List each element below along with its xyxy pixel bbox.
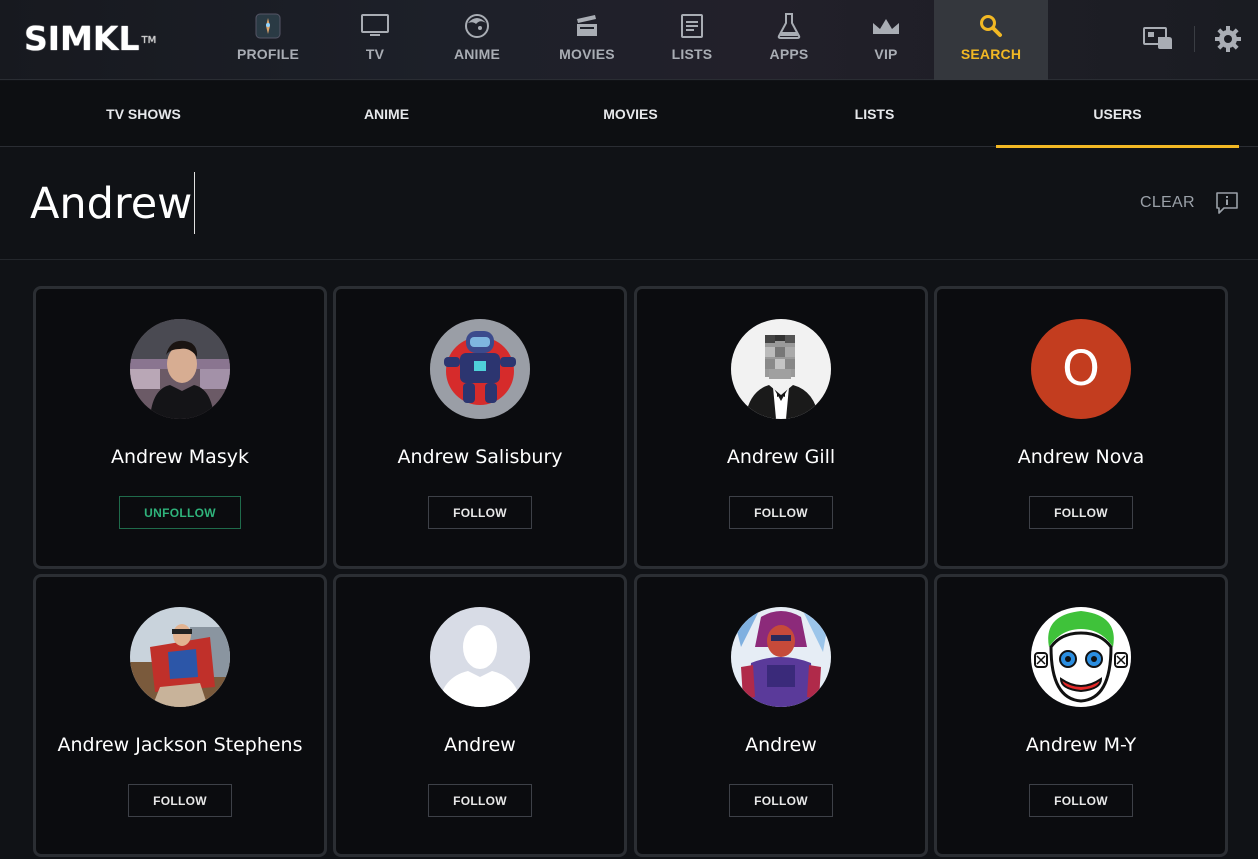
nav-item-lists[interactable]: LISTS [642,0,742,80]
nav-label-apps: APPS [769,46,809,62]
text-caret [194,172,195,234]
avatar[interactable]: O [1031,319,1131,419]
clear-button[interactable]: CLEAR [1140,194,1195,212]
nav-item-tv[interactable]: TV [325,0,425,80]
clapperboard-icon [572,11,602,41]
user-results-grid: Andrew Masyk UNFOLLOW Andrew Salisbury F… [0,260,1258,859]
tab-lists[interactable]: LISTS [753,81,996,147]
user-card[interactable]: Andrew Masyk UNFOLLOW [33,286,327,569]
user-name[interactable]: Andrew Gill [637,446,925,468]
user-card[interactable]: Andrew Jackson Stephens FOLLOW [33,574,327,857]
tab-movies[interactable]: MOVIES [509,81,752,147]
nav-label-profile: PROFILE [236,46,300,62]
logo-trademark: TM [141,35,157,46]
nav-item-vip[interactable]: VIP [836,0,936,80]
nav-label-tv: TV [365,46,385,62]
user-card[interactable]: Andrew FOLLOW [634,574,928,857]
list-document-icon [677,11,707,41]
search-icon [976,11,1006,41]
user-name[interactable]: Andrew Masyk [36,446,324,468]
flask-icon [774,11,804,41]
user-card[interactable]: O Andrew Nova FOLLOW [934,286,1228,569]
nav-label-anime: ANIME [453,46,501,62]
avatar[interactable] [731,607,831,707]
user-card[interactable]: Andrew FOLLOW [333,574,627,857]
user-name[interactable]: Andrew Jackson Stephens [36,734,324,756]
follow-button[interactable]: FOLLOW [1029,496,1133,529]
tab-tv-shows[interactable]: TV SHOWS [22,81,265,147]
tv-icon [360,11,390,41]
crown-icon [871,11,901,41]
tab-users[interactable]: USERS [996,81,1239,148]
avatar[interactable] [430,607,530,707]
nav-item-profile[interactable]: PROFILE [218,0,318,80]
logo-text: SIMKL [24,19,140,58]
search-bar: CLEAR [0,148,1258,260]
follow-button[interactable]: FOLLOW [128,784,232,817]
avatar[interactable] [130,607,230,707]
follow-button[interactable]: FOLLOW [428,496,532,529]
user-name[interactable]: Andrew [637,734,925,756]
nav-item-apps[interactable]: APPS [739,0,839,80]
follow-button[interactable]: FOLLOW [729,496,833,529]
avatar[interactable] [130,319,230,419]
user-card[interactable]: Andrew M-Y FOLLOW [934,574,1228,857]
avatar-initial: O [1062,341,1100,397]
user-name[interactable]: Andrew [336,734,624,756]
top-navigation-bar: SIMKL TM PROFILE TV ANIME MOVIES LISTS A… [0,0,1258,80]
avatar[interactable] [1031,607,1131,707]
nav-label-lists: LISTS [671,46,713,62]
user-name[interactable]: Andrew Salisbury [336,446,624,468]
nav-label-movies: MOVIES [559,46,615,62]
search-category-tabs: TV SHOWS ANIME MOVIES LISTS USERS [0,81,1258,148]
nav-item-anime[interactable]: ANIME [427,0,527,80]
nav-label-search: SEARCH [960,46,1022,62]
user-name[interactable]: Andrew M-Y [937,734,1225,756]
avatar[interactable] [731,319,831,419]
user-card[interactable]: Andrew Gill FOLLOW [634,286,928,569]
follow-button[interactable]: FOLLOW [1029,784,1133,817]
follow-button[interactable]: FOLLOW [428,784,532,817]
anime-face-icon [462,11,492,41]
simkl-logo[interactable]: SIMKL TM [24,22,156,56]
search-input[interactable] [30,172,1030,236]
watching-cards-icon[interactable] [1140,22,1176,56]
follow-button[interactable]: FOLLOW [729,784,833,817]
tab-anime[interactable]: ANIME [265,81,508,147]
nav-item-movies[interactable]: MOVIES [537,0,637,80]
avatar[interactable] [430,319,530,419]
nav-item-search[interactable]: SEARCH [934,0,1048,80]
nav-divider [1194,26,1195,52]
user-name[interactable]: Andrew Nova [937,446,1225,468]
gear-icon[interactable] [1210,22,1246,56]
unfollow-button[interactable]: UNFOLLOW [119,496,241,529]
feedback-info-icon[interactable] [1214,190,1240,216]
nav-label-vip: VIP [874,46,898,62]
profile-avatar-icon [253,11,283,41]
user-card[interactable]: Andrew Salisbury FOLLOW [333,286,627,569]
